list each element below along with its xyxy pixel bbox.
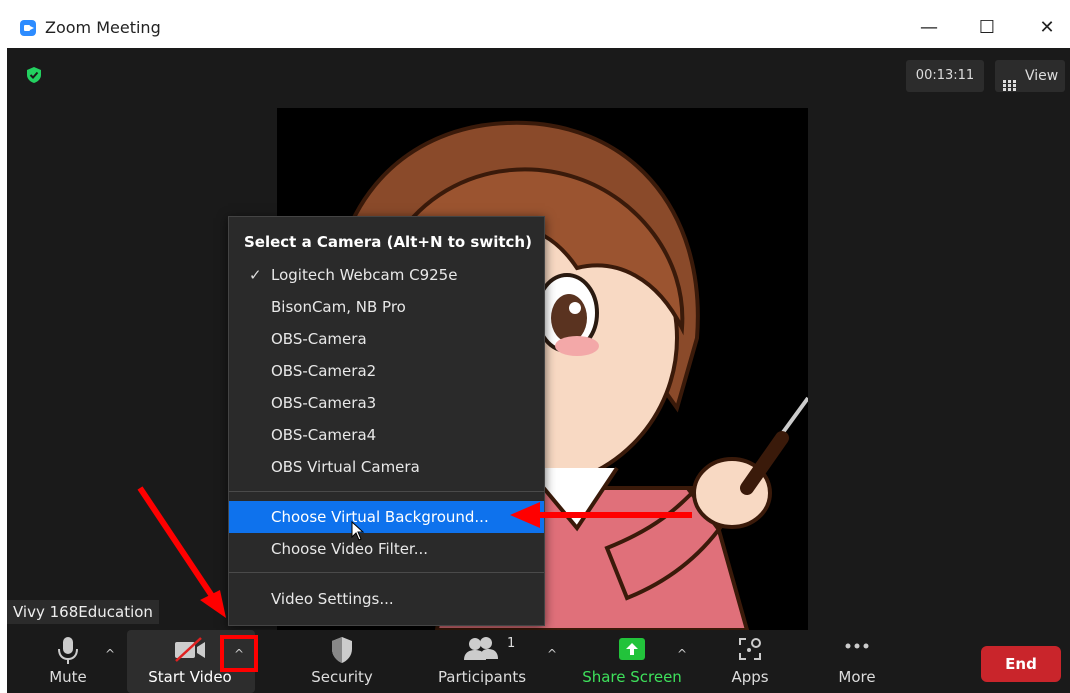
- zoom-window: Zoom Meeting — ☐ ✕ 00:13:11 View Vivy 16…: [7, 8, 1070, 693]
- menu-item-label: Video Settings...: [271, 590, 394, 608]
- meeting-stage: 00:13:11 View Vivy 168Education Select a…: [7, 48, 1070, 630]
- grid-icon: [1003, 71, 1016, 103]
- close-button[interactable]: ✕: [1029, 14, 1065, 42]
- participant-name-tag: Vivy 168Education: [7, 600, 159, 624]
- share-screen-icon: [582, 636, 682, 666]
- camera-option-obs-camera4[interactable]: OBS-Camera4: [229, 419, 544, 451]
- encryption-shield-icon[interactable]: [25, 66, 43, 84]
- camera-option-obs-camera3[interactable]: OBS-Camera3: [229, 387, 544, 419]
- camera-option-label: OBS-Camera: [271, 330, 367, 348]
- security-label: Security: [311, 668, 373, 686]
- annotation-red-box: [220, 635, 258, 672]
- minimize-button[interactable]: —: [911, 14, 947, 42]
- camera-option-label: OBS-Camera4: [271, 426, 377, 444]
- security-shield-icon: [302, 636, 382, 666]
- apps-label: Apps: [731, 668, 769, 686]
- menu-header: Select a Camera (Alt+N to switch): [244, 233, 532, 251]
- camera-option-label: OBS Virtual Camera: [271, 458, 420, 476]
- title-bar: Zoom Meeting — ☐ ✕: [7, 8, 1070, 48]
- camera-option-label: OBS-Camera3: [271, 394, 377, 412]
- menu-item-label: Choose Virtual Background...: [271, 508, 489, 526]
- camera-option-label: OBS-Camera2: [271, 362, 377, 380]
- audio-options-caret[interactable]: ^: [100, 644, 120, 664]
- camera-option-logitech[interactable]: ✓ Logitech Webcam C925e: [229, 259, 544, 291]
- view-button[interactable]: View: [995, 60, 1065, 92]
- camera-option-bisoncam[interactable]: BisonCam, NB Pro: [229, 291, 544, 323]
- end-meeting-button[interactable]: End: [981, 646, 1061, 682]
- choose-video-filter-item[interactable]: Choose Video Filter...: [229, 533, 544, 565]
- zoom-app-icon: [20, 20, 36, 36]
- meeting-toolbar: Mute ^ Start Video ^ Security 1 Particip…: [7, 630, 1070, 693]
- share-screen-label: Share Screen: [582, 668, 682, 686]
- participants-count: 1: [507, 636, 516, 651]
- participants-label: Participants: [437, 668, 527, 686]
- camera-menu: Select a Camera (Alt+N to switch) ✓ Logi…: [228, 216, 545, 626]
- microphone-icon: [29, 636, 107, 666]
- menu-divider: [229, 572, 544, 573]
- meeting-timer: 00:13:11: [906, 60, 984, 92]
- camera-option-obs-camera[interactable]: OBS-Camera: [229, 323, 544, 355]
- share-screen-caret[interactable]: ^: [672, 644, 692, 664]
- security-button[interactable]: Security: [302, 630, 382, 693]
- maximize-button[interactable]: ☐: [969, 14, 1005, 42]
- check-icon: ✓: [249, 266, 262, 284]
- mute-label: Mute: [49, 668, 87, 686]
- camera-option-label: Logitech Webcam C925e: [271, 266, 458, 284]
- apps-icon: [715, 636, 785, 666]
- more-label: More: [838, 668, 876, 686]
- camera-option-label: BisonCam, NB Pro: [271, 298, 406, 316]
- view-label: View: [1025, 68, 1059, 84]
- menu-item-label: Choose Video Filter...: [271, 540, 429, 558]
- mute-button[interactable]: Mute: [29, 630, 107, 693]
- participants-caret[interactable]: ^: [542, 644, 562, 664]
- menu-divider: [229, 491, 544, 492]
- camera-option-obs-camera2[interactable]: OBS-Camera2: [229, 355, 544, 387]
- choose-virtual-background-item[interactable]: Choose Virtual Background...: [229, 501, 544, 541]
- participants-icon: [432, 636, 532, 666]
- participants-button[interactable]: 1 Participants: [432, 630, 532, 693]
- camera-option-obs-virtual[interactable]: OBS Virtual Camera: [229, 451, 544, 483]
- window-title: Zoom Meeting: [45, 18, 161, 37]
- video-settings-item[interactable]: Video Settings...: [229, 583, 544, 615]
- apps-button[interactable]: Apps: [715, 630, 785, 693]
- more-dots-icon: [822, 636, 892, 666]
- more-button[interactable]: More: [822, 630, 892, 693]
- share-screen-button[interactable]: Share Screen: [582, 630, 682, 693]
